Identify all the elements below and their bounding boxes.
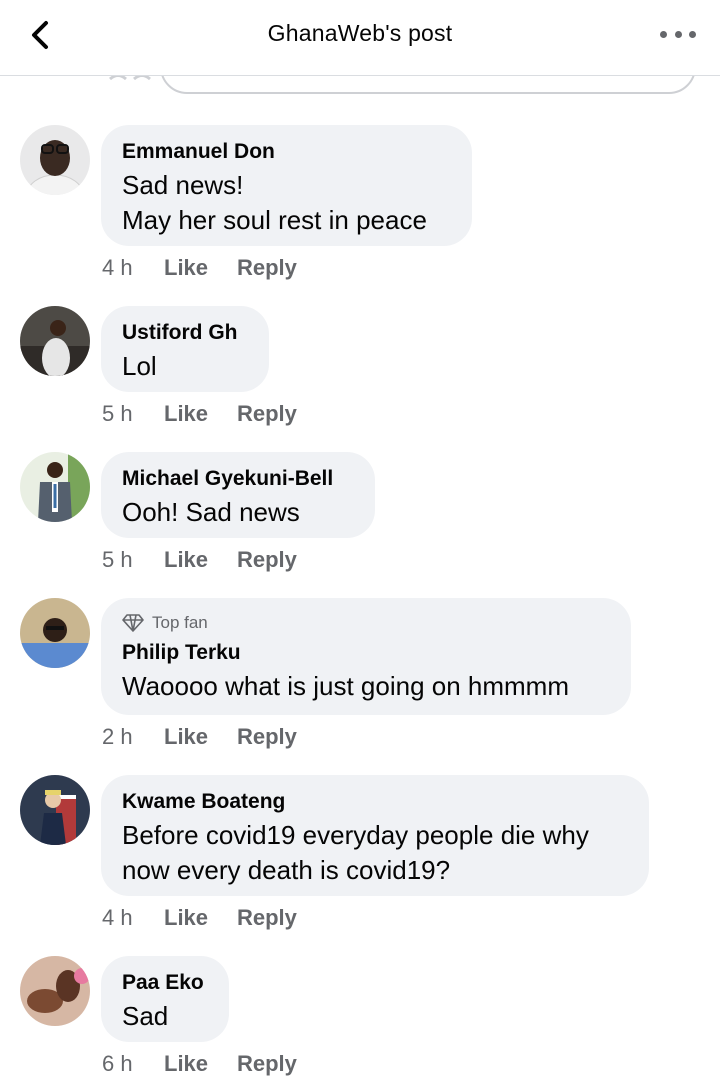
like-button[interactable]: Like [164,401,237,427]
commenter-name[interactable]: Philip Terku [122,640,609,666]
comment-text: Sad news! May her soul rest in peace [122,170,427,235]
like-button[interactable]: Like [164,724,237,750]
avatar[interactable] [20,956,90,1026]
commenter-name[interactable]: Michael Gyekuni-Bell [122,466,353,492]
comment-actions: 2 h Like Reply [102,724,297,750]
commenter-name[interactable]: Paa Eko [122,970,207,996]
like-button[interactable]: Like [164,255,237,281]
timestamp[interactable]: 5 h [102,401,164,427]
page-title: GhanaWeb's post [267,20,453,46]
commenter-name[interactable]: Emmanuel Don [122,139,450,165]
timestamp[interactable]: 6 h [102,1051,164,1077]
avatar[interactable] [20,306,90,376]
like-button[interactable]: Like [164,1051,237,1077]
timestamp[interactable]: 4 h [102,905,164,931]
timestamp[interactable]: 2 h [102,724,164,750]
reply-button[interactable]: Reply [237,547,297,573]
comment-bubble[interactable]: Paa Eko Sad [101,956,229,1042]
comment-bubble[interactable]: Ustiford Gh Lol [101,306,269,392]
timestamp[interactable]: 5 h [102,547,164,573]
comment-text: Lol [122,351,157,381]
like-button[interactable]: Like [164,905,237,931]
avatar[interactable] [20,775,90,845]
comment-bubble[interactable]: Kwame Boateng Before covid19 everyday pe… [101,775,649,896]
reply-button[interactable]: Reply [237,1051,297,1077]
commenter-name[interactable]: Ustiford Gh [122,320,247,346]
reply-button[interactable]: Reply [237,905,297,931]
comment-actions: 4 h Like Reply [102,905,297,931]
like-button[interactable]: Like [164,547,237,573]
comment-text: Ooh! Sad news [122,497,300,527]
comment-actions: 4 h Like Reply [102,255,297,281]
comment-text: Sad [122,1001,169,1031]
comment-bubble[interactable]: Top fan Philip Terku Waoooo what is just… [101,598,631,715]
comment-actions: 6 h Like Reply [102,1051,297,1077]
top-fan-badge: Top fan [122,612,609,634]
more-horizontal-icon[interactable] [660,22,696,46]
avatar[interactable] [20,125,90,195]
timestamp[interactable]: 4 h [102,255,164,281]
top-bar: GhanaWeb's post [0,0,720,76]
comment-text: Waoooo what is just going on hmmmm [122,671,570,701]
comment-actions: 5 h Like Reply [102,401,297,427]
reply-button[interactable]: Reply [237,724,297,750]
comment-text: Before covid19 everyday people die why n… [122,820,589,885]
comment-bubble[interactable]: Michael Gyekuni-Bell Ooh! Sad news [101,452,375,538]
avatar[interactable] [20,598,90,668]
reply-button[interactable]: Reply [237,255,297,281]
comment-actions: 5 h Like Reply [102,547,297,573]
avatar[interactable] [20,452,90,522]
badge-label: Top fan [152,613,208,632]
comment-bubble[interactable]: Emmanuel Don Sad news! May her soul rest… [101,125,472,246]
commenter-name[interactable]: Kwame Boateng [122,789,627,815]
diamond-icon [122,614,144,632]
reply-button[interactable]: Reply [237,401,297,427]
